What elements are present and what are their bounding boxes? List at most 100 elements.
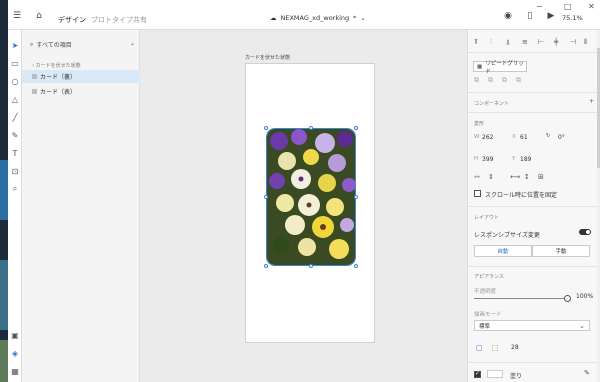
zoom-level[interactable]: 75.1% [562,14,583,22]
pen-tool-icon[interactable]: ✎ [10,130,20,140]
cloud-icon: ☁ [270,14,277,22]
opacity-slider-thumb[interactable] [564,295,571,302]
mobile-preview-icon[interactable]: ▯ [524,10,536,22]
unsaved-marker: * [353,14,357,22]
document-title[interactable]: ☁ NEXMAG_xd_working * ⌄ [270,14,366,22]
pansy-flowers-image [267,129,355,265]
artboard[interactable] [245,63,375,343]
divider [468,52,600,53]
group-icon [32,89,37,94]
home-icon[interactable]: ⌂ [33,10,45,22]
flip-horizontal-icon[interactable]: ⇿ [474,173,480,181]
corner-radius-each-icon[interactable]: ⬚ [492,344,499,352]
resize-handle[interactable] [309,264,313,268]
boolean-add-icon[interactable]: ⧉ [474,76,479,85]
flower-photo-card[interactable] [266,128,356,266]
opacity-slider-track[interactable] [474,298,566,299]
fit-icon[interactable]: ⊞ [538,173,544,181]
desktop-strip-segment [0,260,8,330]
boolean-exclude-icon[interactable]: ⧉ [516,76,521,85]
select-tool-icon[interactable]: ➤ [10,40,20,50]
layer-item-card-back[interactable]: カード（裏） [22,70,140,83]
repeat-grid-button[interactable]: ▦ リピートグリッド [473,60,527,75]
layer-label: カード（表） [40,89,77,96]
rotation-field[interactable]: 0° [558,134,565,141]
layer-item-card-front[interactable]: カード（表） [22,85,140,98]
rectangle-tool-icon[interactable]: ▭ [10,58,20,68]
fit-width-icon[interactable]: ⟷ [510,173,520,181]
ellipse-tool-icon[interactable]: ○ [10,76,20,86]
layers-icon[interactable]: ◈ [10,348,20,358]
align-left-icon[interactable]: ⊢ [538,38,544,46]
boolean-intersect-icon[interactable]: ⧉ [502,76,507,85]
artboard-title[interactable]: カードを伏せた状態 [245,54,290,61]
layers-search[interactable]: ⌕ すべての項目 ⌄ [30,40,135,49]
boolean-subtract-icon[interactable]: ⧉ [488,76,493,85]
align-middle-icon[interactable]: ⫶ [490,38,492,47]
fill-color-swatch[interactable] [487,370,503,378]
close-icon[interactable]: ✕ [588,2,595,11]
zoom-tool-icon[interactable]: ⌕ [10,184,20,194]
design-canvas[interactable]: カードを伏せた状態 [140,30,467,382]
divider [468,266,600,267]
align-right-icon[interactable]: ⊣ [570,38,576,46]
line-tool-icon[interactable]: ╱ [10,112,20,122]
app-window: ☰ ⌂ デザイン プロトタイプ 共有 ☁ NEXMAG_xd_working *… [0,0,600,382]
resize-handle[interactable] [354,264,358,268]
corner-radius-field[interactable]: 28 [511,344,519,351]
flip-vertical-icon[interactable]: ⇕ [488,173,494,181]
fix-scroll-label: スクロール時に位置を固定 [485,192,558,199]
resize-handle[interactable] [264,264,268,268]
distribute-horizontal-icon[interactable]: ⦀ [584,38,587,47]
fix-scroll-checkbox[interactable] [474,190,481,197]
artboard-tool-icon[interactable]: ⊡ [10,166,20,176]
responsive-toggle[interactable] [579,229,591,235]
tab-prototype[interactable]: プロトタイプ [91,15,133,25]
text-tool-icon[interactable]: T [10,148,20,158]
blend-mode-select[interactable]: 標準 ⌄ [474,320,590,331]
y-field[interactable]: 189 [520,156,531,163]
add-component-icon[interactable]: + [589,98,594,105]
polygon-tool-icon[interactable]: △ [10,94,20,104]
width-field[interactable]: 262 [482,134,493,141]
resize-handle[interactable] [264,195,268,199]
resize-manual-button[interactable]: 手動 [532,245,590,257]
plugins-icon[interactable]: ▦ [10,366,20,376]
resize-handle[interactable] [264,126,268,130]
layers-panel: ⌕ すべての項目 ⌄ ‹ カードを伏せた状態 カード（裏） カード（表） [22,30,140,382]
corner-radius-all-icon[interactable]: ▢ [476,344,483,352]
rotation-icon: ↻ [546,133,551,139]
tab-design[interactable]: デザイン [58,15,86,25]
blend-mode-value: 標準 [479,323,491,330]
resize-handle[interactable] [309,126,313,130]
eyedropper-icon[interactable]: ✎ [584,369,590,377]
fill-checkbox[interactable] [474,370,481,378]
resize-handle[interactable] [354,126,358,130]
user-icon[interactable]: ◉ [502,10,514,22]
layer-label: カード（裏） [40,74,77,81]
repeat-grid-label: リピートグリッド [485,60,524,75]
distribute-vertical-icon[interactable]: ≡ [522,38,528,46]
minimize-icon[interactable]: − [536,2,543,11]
appearance-title: アピアランス [474,274,504,280]
hamburger-menu-icon[interactable]: ☰ [11,10,23,22]
height-label: H [474,156,479,162]
tab-share[interactable]: 共有 [133,15,147,25]
layers-back-breadcrumb[interactable]: ‹ カードを伏せた状態 [32,62,81,69]
maximize-icon[interactable]: □ [564,2,572,11]
opacity-value[interactable]: 100% [576,293,593,300]
align-top-icon[interactable]: ⫪ [474,38,478,47]
height-field[interactable]: 399 [482,156,493,163]
play-icon[interactable]: ▶ [545,10,557,22]
resize-handle[interactable] [354,195,358,199]
fit-height-icon[interactable]: ↕ [524,173,530,181]
chevron-down-icon[interactable]: ⌄ [130,40,135,47]
resize-auto-button[interactable]: 自動 [474,245,532,257]
responsive-label: レスポンシブサイズ変更 [474,232,540,239]
align-center-icon[interactable]: ╪ [554,38,558,46]
x-label: X [512,134,516,140]
align-bottom-icon[interactable]: ⫫ [506,38,510,47]
x-field[interactable]: 61 [520,134,528,141]
divider [468,362,600,363]
assets-icon[interactable]: ▣ [10,330,20,340]
